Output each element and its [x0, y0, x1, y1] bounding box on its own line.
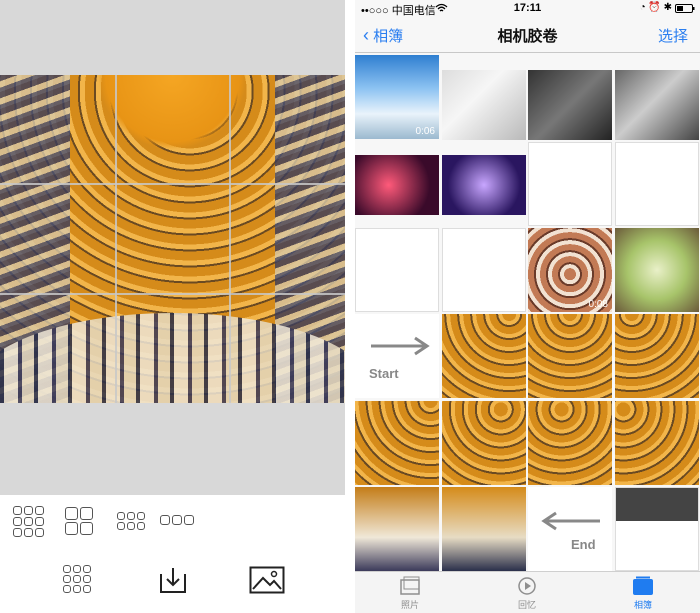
arrow-left-icon [541, 511, 600, 531]
end-label: End [571, 537, 596, 552]
start-marker: Start [355, 314, 439, 398]
preview-area [0, 0, 345, 495]
albums-tab-icon [633, 576, 653, 595]
screenshot-thumbnail[interactable] [615, 487, 699, 571]
video-thumbnail[interactable]: 0:08 [528, 228, 612, 312]
tab-label: 回忆 [517, 600, 536, 610]
grid-line [0, 183, 345, 185]
tab-label: 照片 [400, 600, 419, 610]
tile-thumbnail[interactable] [528, 401, 612, 485]
arrow-right-icon [371, 336, 430, 356]
photo-thumbnail[interactable] [442, 70, 526, 140]
grid-line [229, 75, 231, 403]
photo-thumbnail[interactable] [355, 155, 439, 215]
tile-thumbnail[interactable] [615, 401, 699, 485]
memories-tab-icon [518, 577, 536, 595]
page-title: 相机胶卷 [497, 28, 558, 45]
photos-tab-icon [400, 576, 420, 595]
tab-photos[interactable]: 照片 [380, 576, 440, 611]
layout-3x2-button[interactable] [117, 512, 145, 530]
battery-icon [675, 4, 695, 13]
nav-bar: ‹ 相簿 相机胶卷 选择 [355, 18, 700, 53]
video-duration: 0:08 [588, 299, 608, 310]
tile-thumbnail[interactable] [442, 314, 526, 398]
tab-memories[interactable]: 回忆 [497, 576, 557, 611]
screenshot-thumbnail[interactable] [528, 142, 612, 226]
preview-image[interactable] [0, 75, 345, 403]
screenshot-thumbnail[interactable] [615, 142, 699, 226]
video-thumbnail[interactable]: 0:06 [355, 55, 439, 139]
photo-grid: 0:06 0:08 Start End [355, 55, 700, 571]
photo-thumbnail[interactable] [528, 70, 612, 140]
tab-albums[interactable]: 相簿 [613, 576, 673, 611]
layout-3x3-button[interactable] [13, 506, 44, 537]
tile-thumbnail[interactable] [528, 314, 612, 398]
photo-thumbnail[interactable] [615, 228, 699, 312]
right-panel: ••○○○ 中国电信 17:11 ◔ ⏰ ✱ ‹ 相簿 相机胶卷 选择 0:06 [355, 0, 700, 613]
screenshot-thumbnail[interactable] [355, 228, 439, 312]
left-panel [0, 0, 345, 613]
layout-3x1-button[interactable] [160, 515, 194, 525]
video-duration: 0:06 [415, 126, 435, 137]
end-marker: End [528, 487, 612, 571]
start-label: Start [369, 366, 399, 381]
photo-thumbnail[interactable] [442, 155, 526, 215]
download-icon[interactable] [157, 564, 189, 596]
grid-icon[interactable] [63, 565, 91, 593]
tile-thumbnail[interactable] [442, 401, 526, 485]
tile-thumbnail[interactable] [442, 487, 526, 571]
layout-2x2-button[interactable] [65, 507, 93, 535]
screenshot-thumbnail[interactable] [442, 228, 526, 312]
image-icon[interactable] [249, 566, 285, 594]
grid-line [115, 75, 117, 403]
status-bar: ••○○○ 中国电信 17:11 ◔ ⏰ ✱ [355, 0, 700, 18]
tab-label: 相簿 [633, 600, 652, 610]
photo-thumbnail[interactable] [615, 70, 699, 140]
tile-thumbnail[interactable] [615, 314, 699, 398]
grid-line [0, 293, 345, 295]
tile-thumbnail[interactable] [355, 401, 439, 485]
select-button[interactable]: 选择 [658, 25, 688, 46]
tile-thumbnail[interactable] [355, 487, 439, 571]
status-icons: ◔ ⏰ ✱ [639, 2, 672, 13]
tab-bar: 照片 回忆 相簿 [355, 571, 700, 613]
